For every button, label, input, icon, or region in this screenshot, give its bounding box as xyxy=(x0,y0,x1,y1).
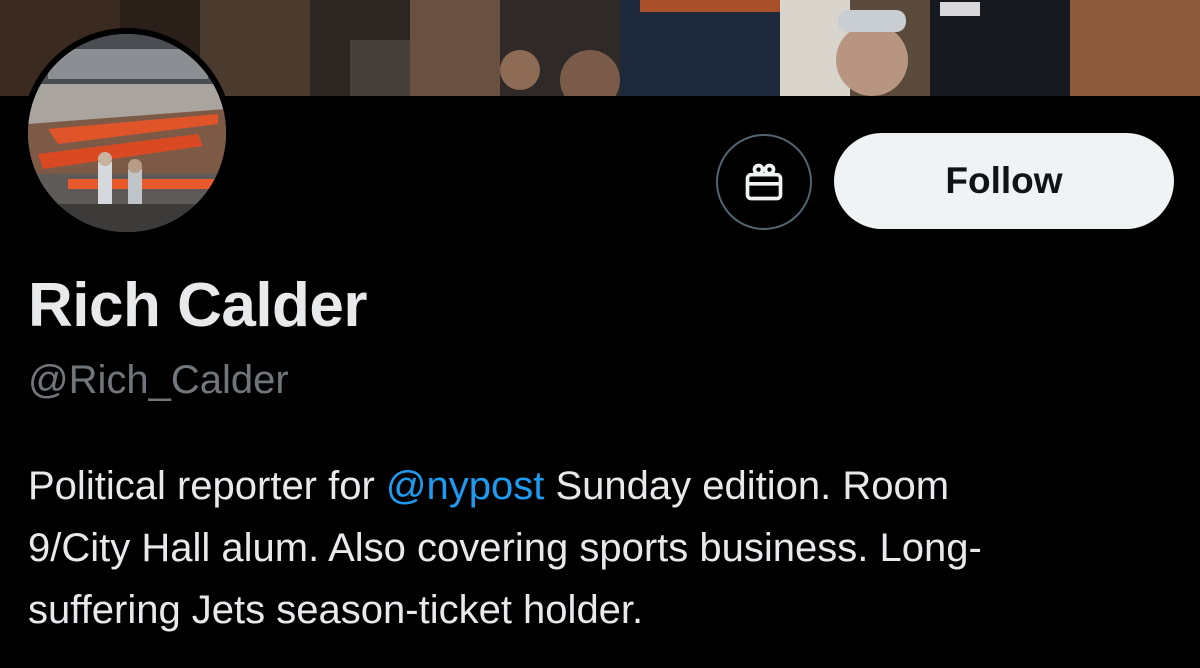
follow-button-label: Follow xyxy=(945,160,1063,201)
profile-bio: Political reporter for @nypost Sunday ed… xyxy=(28,455,1178,641)
bio-line-1: Political reporter for @nypost Sunday ed… xyxy=(28,455,1178,517)
bio-text: Political reporter for xyxy=(28,464,386,508)
bio-mention-link[interactable]: @nypost xyxy=(386,464,544,508)
profile-display-name: Rich Calder xyxy=(28,271,368,340)
bio-line-3: suffering Jets season-ticket holder. xyxy=(28,588,644,632)
profile-handle: @Rich_Calder xyxy=(28,358,289,402)
gift-icon xyxy=(745,163,783,201)
arena-photo-icon xyxy=(28,34,226,232)
bio-text: Sunday edition. Room xyxy=(544,464,950,508)
bio-line-2: 9/City Hall alum. Also covering sports b… xyxy=(28,526,982,570)
gift-button[interactable] xyxy=(716,134,812,230)
follow-button[interactable]: Follow xyxy=(834,133,1174,229)
profile-avatar[interactable] xyxy=(22,28,232,238)
